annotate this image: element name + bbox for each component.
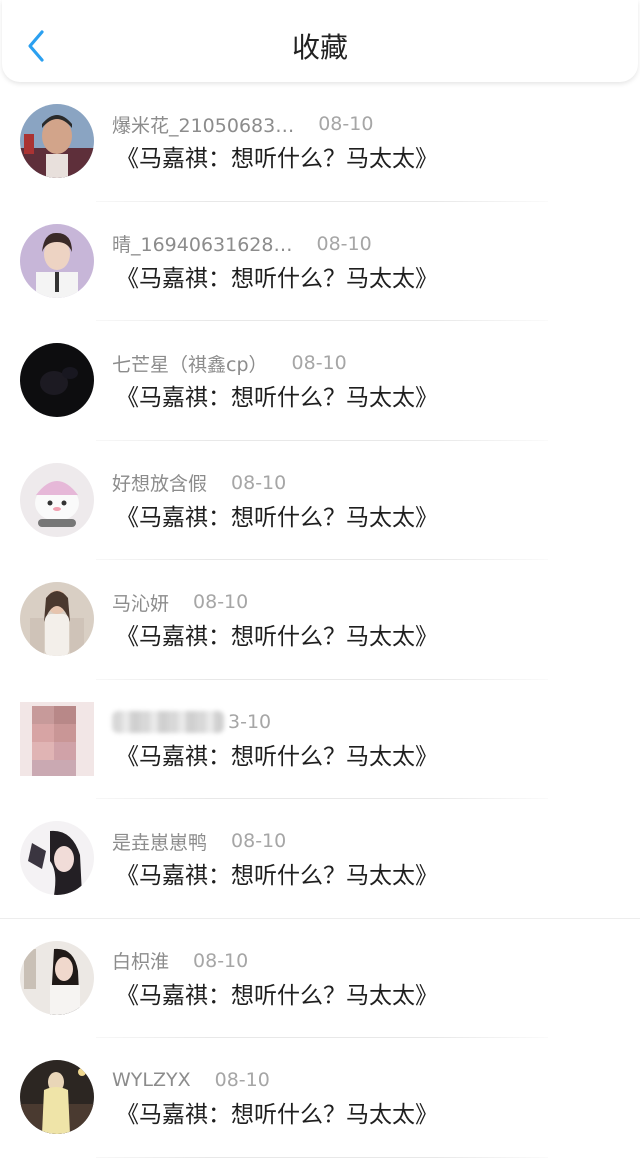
item-content: 《马嘉祺：想听什么？马太太》 — [116, 982, 438, 1009]
date: 08-10 — [214, 1069, 270, 1091]
avatar-redacted[interactable] — [20, 701, 94, 776]
avatar[interactable] — [20, 223, 94, 298]
item-meta: 七芒星（祺鑫cp） 08-10 — [112, 349, 347, 377]
date: 08-10 — [291, 352, 347, 374]
item-content: 《马嘉祺：想听什么？马太太》 — [116, 624, 438, 650]
favorites-list: 爆米花_21050683… 08-10 《马嘉祺：想听什么？马太太》 晴_169… — [0, 82, 640, 1158]
top-bar: 收藏 — [2, 0, 638, 82]
avatar[interactable] — [20, 1060, 94, 1134]
item-content: 《马嘉祺：想听什么？马太太》 — [116, 504, 438, 531]
page-title: 收藏 — [291, 31, 348, 64]
date: 08-10 — [231, 830, 287, 852]
list-item[interactable]: 是垚崽崽鸭 08-10 《马嘉祺：想听什么？马太太》 — [0, 799, 640, 919]
item-meta: 是垚崽崽鸭 08-10 — [112, 827, 286, 855]
item-content: 《马嘉祺：想听什么？马太太》 — [116, 385, 438, 411]
username[interactable]: WYLZYX — [112, 1069, 191, 1091]
list-item[interactable]: 马沁妍 08-10 《马嘉祺：想听什么？马太太》 — [0, 560, 640, 680]
list-item[interactable]: 3-10 《马嘉祺：想听什么？马太太》 — [0, 680, 640, 799]
username[interactable]: 爆米花_21050683… — [112, 111, 294, 138]
date: 08-10 — [193, 949, 249, 972]
avatar[interactable] — [20, 462, 94, 537]
date: 08-10 — [193, 591, 249, 613]
list-item[interactable]: 好想放含假 08-10 《马嘉祺：想听什么？马太太》 — [0, 441, 640, 560]
item-content: 《马嘉祺：想听什么？马太太》 — [116, 265, 438, 292]
list-item[interactable]: WYLZYX 08-10 《马嘉祺：想听什么？马太太》 — [0, 1038, 640, 1158]
list-item[interactable]: 白枳淮 08-10 《马嘉祺：想听什么？马太太》 — [0, 919, 640, 1038]
username[interactable]: 白枳淮 — [112, 947, 169, 974]
avatar[interactable] — [20, 940, 94, 1015]
item-meta: 晴_16940631628… 08-10 — [112, 230, 372, 258]
item-meta: 3-10 — [112, 708, 271, 736]
item-content: 《马嘉祺：想听什么？马太太》 — [116, 146, 438, 172]
username[interactable]: 七芒星（祺鑫cp） — [112, 350, 268, 377]
divider — [96, 1156, 548, 1158]
item-meta: 白枳淮 08-10 — [112, 947, 248, 975]
item-content: 《马嘉祺：想听什么？马太太》 — [116, 1102, 438, 1128]
item-meta: 马沁妍 08-10 — [112, 588, 248, 616]
avatar[interactable] — [20, 104, 94, 178]
date: 08-10 — [316, 232, 372, 255]
avatar[interactable] — [20, 582, 94, 656]
date: 08-10 — [318, 113, 374, 135]
avatar[interactable] — [20, 821, 94, 895]
list-item[interactable]: 晴_16940631628… 08-10 《马嘉祺：想听什么？马太太》 — [0, 202, 640, 321]
item-meta: 好想放含假 08-10 — [112, 469, 286, 497]
username[interactable]: 马沁妍 — [112, 589, 169, 616]
avatar[interactable] — [20, 343, 94, 417]
date: 3-10 — [228, 710, 272, 733]
item-meta: WYLZYX 08-10 — [112, 1066, 270, 1094]
username[interactable]: 是垚崽崽鸭 — [112, 828, 207, 855]
username[interactable]: 晴_16940631628… — [112, 230, 292, 257]
username[interactable]: 好想放含假 — [112, 469, 207, 496]
username-redacted[interactable] — [112, 710, 224, 733]
list-item[interactable]: 七芒星（祺鑫cp） 08-10 《马嘉祺：想听什么？马太太》 — [0, 321, 640, 441]
date: 08-10 — [231, 471, 287, 494]
item-content: 《马嘉祺：想听什么？马太太》 — [116, 743, 438, 770]
list-item[interactable]: 爆米花_21050683… 08-10 《马嘉祺：想听什么？马太太》 — [0, 82, 640, 202]
item-meta: 爆米花_21050683… 08-10 — [112, 110, 373, 138]
item-content: 《马嘉祺：想听什么？马太太》 — [116, 863, 438, 889]
